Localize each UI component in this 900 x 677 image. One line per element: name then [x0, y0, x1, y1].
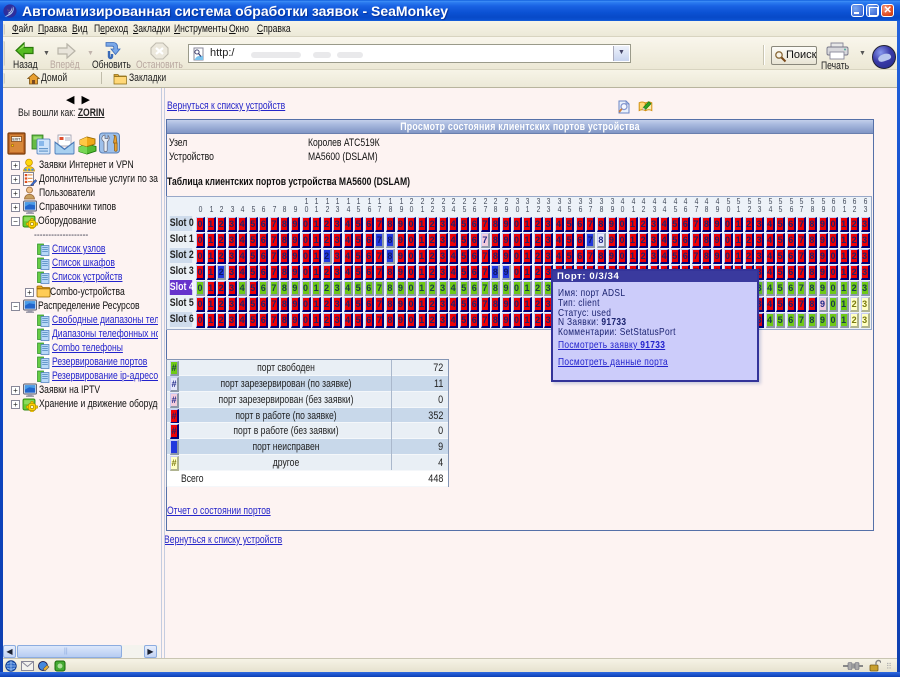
svg-text:EXIT: EXIT	[12, 137, 21, 141]
